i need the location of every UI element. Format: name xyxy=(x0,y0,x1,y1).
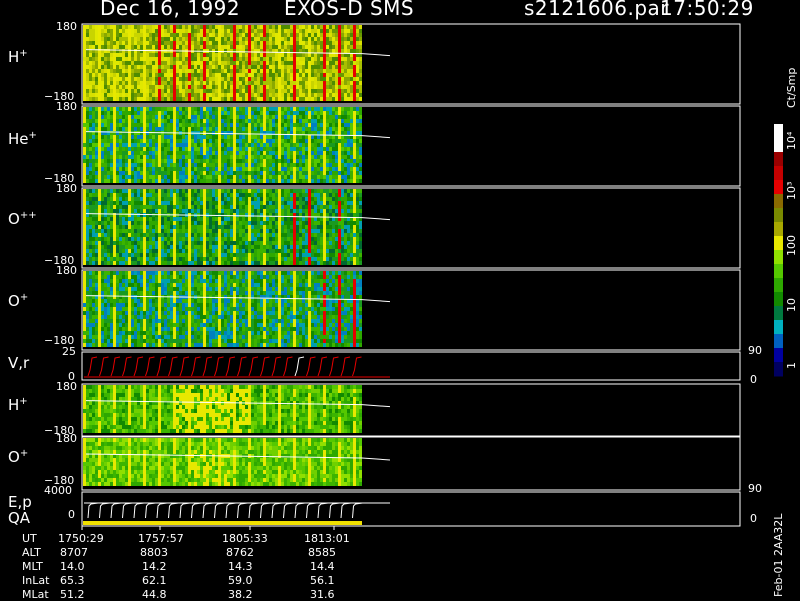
label-o-plusplus: O++ xyxy=(8,210,37,228)
eph-c2-mlat: 38.2 xyxy=(228,588,253,601)
ytick-op-max: 180 xyxy=(56,264,77,277)
heatmap-cells-3 xyxy=(83,271,362,347)
rtick-vr-min: 0 xyxy=(750,373,757,386)
ytick-o2-max: 180 xyxy=(56,432,77,445)
rtick-ep-min: 0 xyxy=(750,512,757,525)
eph-c3-ut: 1813:01 xyxy=(304,532,350,545)
ytick-opp-max: 180 xyxy=(56,182,77,195)
eph-c2-alt: 8762 xyxy=(226,546,254,559)
label-o-plus-2: O+ xyxy=(8,448,28,466)
label-h-plus: H+ xyxy=(8,48,28,66)
spectrogram-plot xyxy=(0,0,800,600)
heatmap-cells-1 xyxy=(83,107,362,183)
heatmap-cells-6 xyxy=(83,438,362,486)
panel-frame-4 xyxy=(82,352,740,380)
rtick-vr-max: 90 xyxy=(748,344,762,357)
colorbar xyxy=(774,124,783,377)
colorbar-tick-1e3: 10³ xyxy=(785,182,798,200)
label-o-plus: O+ xyxy=(8,292,28,310)
eph-c3-mlt: 14.4 xyxy=(310,560,335,573)
eph-c1-mlt: 14.2 xyxy=(142,560,167,573)
eph-c0-alt: 8707 xyxy=(60,546,88,559)
label-he-plus: He+ xyxy=(8,130,37,148)
ytick-h2-max: 180 xyxy=(56,380,77,393)
heatmap-cells-5 xyxy=(83,385,362,433)
heatmap-cells-2 xyxy=(83,189,362,265)
eph-c2-ut: 1805:33 xyxy=(222,532,268,545)
eph-label-mlt: MLT xyxy=(22,560,43,573)
eph-c0-mlat: 51.2 xyxy=(60,588,85,601)
footer-code: Feb-01 2AA32L xyxy=(772,514,785,597)
ytick-vr-max: 25 xyxy=(62,345,76,358)
eph-c1-ut: 1757:57 xyxy=(138,532,184,545)
eph-c0-inlat: 65.3 xyxy=(60,574,85,587)
eph-c3-inlat: 56.1 xyxy=(310,574,335,587)
ytick-ep-max: 4000 xyxy=(44,484,72,497)
colorbar-tick-1e4: 10⁴ xyxy=(785,132,798,150)
eph-c2-mlt: 14.3 xyxy=(228,560,253,573)
heatmap-cells-0 xyxy=(83,25,362,101)
label-vr: V,r xyxy=(8,354,29,372)
eph-label-mlat: MLat xyxy=(22,588,49,601)
eph-label-alt: ALT xyxy=(22,546,41,559)
eph-c1-mlat: 44.8 xyxy=(142,588,167,601)
eph-c2-inlat: 59.0 xyxy=(228,574,253,587)
eph-c0-mlt: 14.0 xyxy=(60,560,85,573)
label-qa: QA xyxy=(8,509,30,527)
colorbar-tick-100: 100 xyxy=(785,235,798,256)
eph-c3-mlat: 31.6 xyxy=(310,588,335,601)
eph-c1-alt: 8803 xyxy=(140,546,168,559)
ytick-he-max: 180 xyxy=(56,100,77,113)
colorbar-unit: Ct/Smp xyxy=(785,68,798,108)
eph-label-inlat: InLat xyxy=(22,574,49,587)
colorbar-tick-1: 1 xyxy=(785,362,798,369)
rtick-ep-max: 90 xyxy=(748,482,762,495)
eph-c3-alt: 8585 xyxy=(308,546,336,559)
eph-c1-inlat: 62.1 xyxy=(142,574,167,587)
eph-c0-ut: 1750:29 xyxy=(58,532,104,545)
qa-bar xyxy=(83,521,362,525)
ytick-ep-min: 0 xyxy=(68,508,75,521)
colorbar-tick-10: 10 xyxy=(785,298,798,312)
ytick-h-max: 180 xyxy=(56,20,77,33)
label-h-plus-2: H+ xyxy=(8,396,28,414)
eph-label-ut: UT xyxy=(22,532,37,545)
